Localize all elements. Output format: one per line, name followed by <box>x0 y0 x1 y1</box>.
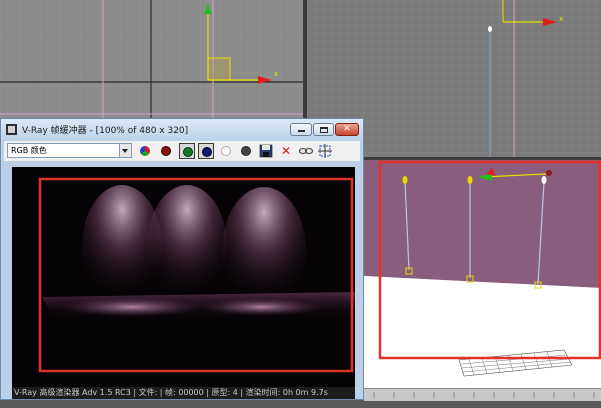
axis-x-label: x <box>559 15 564 23</box>
channel-select[interactable]: RGB 颜色 <box>7 143 132 158</box>
region-render-icon <box>318 144 332 158</box>
rgb-channel-icon <box>140 146 150 156</box>
save-image-button[interactable] <box>258 143 274 159</box>
viewport-top-left[interactable]: x <box>0 0 303 118</box>
mono-channel-button[interactable] <box>238 143 254 159</box>
floppy-disk-icon <box>259 144 273 158</box>
vfb-title: V-Ray 帧缓冲器 - [100% of 480 x 320] <box>22 126 189 136</box>
viewport-perspective[interactable] <box>364 160 601 400</box>
spotlight-icon <box>402 176 408 184</box>
mono-channel-icon <box>241 146 251 156</box>
green-channel-icon <box>183 147 193 157</box>
vray-app-icon <box>6 124 17 135</box>
spotlight-icon <box>467 176 473 184</box>
minimize-icon <box>298 130 305 132</box>
blue-channel-button[interactable] <box>198 143 214 159</box>
render-image[interactable] <box>12 167 355 387</box>
vfb-titlebar[interactable]: V-Ray 帧缓冲器 - [100% of 480 x 320] ✕ <box>1 119 363 141</box>
maximize-icon <box>320 127 328 133</box>
alpha-channel-button[interactable] <box>218 143 234 159</box>
timeline-ruler[interactable] <box>364 388 601 401</box>
chain-link-icon <box>298 147 314 155</box>
alpha-channel-icon <box>221 146 231 156</box>
red-channel-button[interactable] <box>158 143 174 159</box>
gizmo-center-icon <box>546 170 552 176</box>
spotlight-icon <box>541 176 547 184</box>
region-render-button[interactable] <box>317 143 333 159</box>
channel-select-value: RGB 颜色 <box>11 146 47 155</box>
vfb-status-bar: V-Ray 高级渲染器 Adv 1.5 RC3 | 文件: | 帧: 00000… <box>12 387 355 399</box>
link-to-render-button[interactable] <box>298 143 314 159</box>
red-channel-icon <box>161 146 171 156</box>
light-marker-icon <box>488 26 492 32</box>
vfb-toolbar: RGB 颜色 ✕ <box>4 141 360 161</box>
viewport-perspective-scene <box>364 160 601 400</box>
chevron-down-icon <box>119 144 131 157</box>
maximize-button[interactable] <box>313 123 334 136</box>
clear-image-button[interactable]: ✕ <box>278 143 294 159</box>
red-x-icon: ✕ <box>280 144 292 158</box>
timeline-ticks <box>373 392 595 398</box>
green-channel-button[interactable] <box>179 143 195 159</box>
viewport-top-left-grid <box>0 0 303 118</box>
blue-channel-icon <box>202 147 212 157</box>
viewport-divider[interactable] <box>364 157 601 160</box>
rgb-channel-button[interactable] <box>137 143 153 159</box>
close-icon: ✕ <box>343 124 351 134</box>
axis-x-label: x <box>274 70 279 78</box>
minimize-button[interactable] <box>290 123 312 136</box>
vray-frame-buffer-window[interactable]: V-Ray 帧缓冲器 - [100% of 480 x 320] ✕ RGB 颜… <box>0 118 364 400</box>
rendered-scene <box>12 167 355 387</box>
close-button[interactable]: ✕ <box>335 123 359 136</box>
